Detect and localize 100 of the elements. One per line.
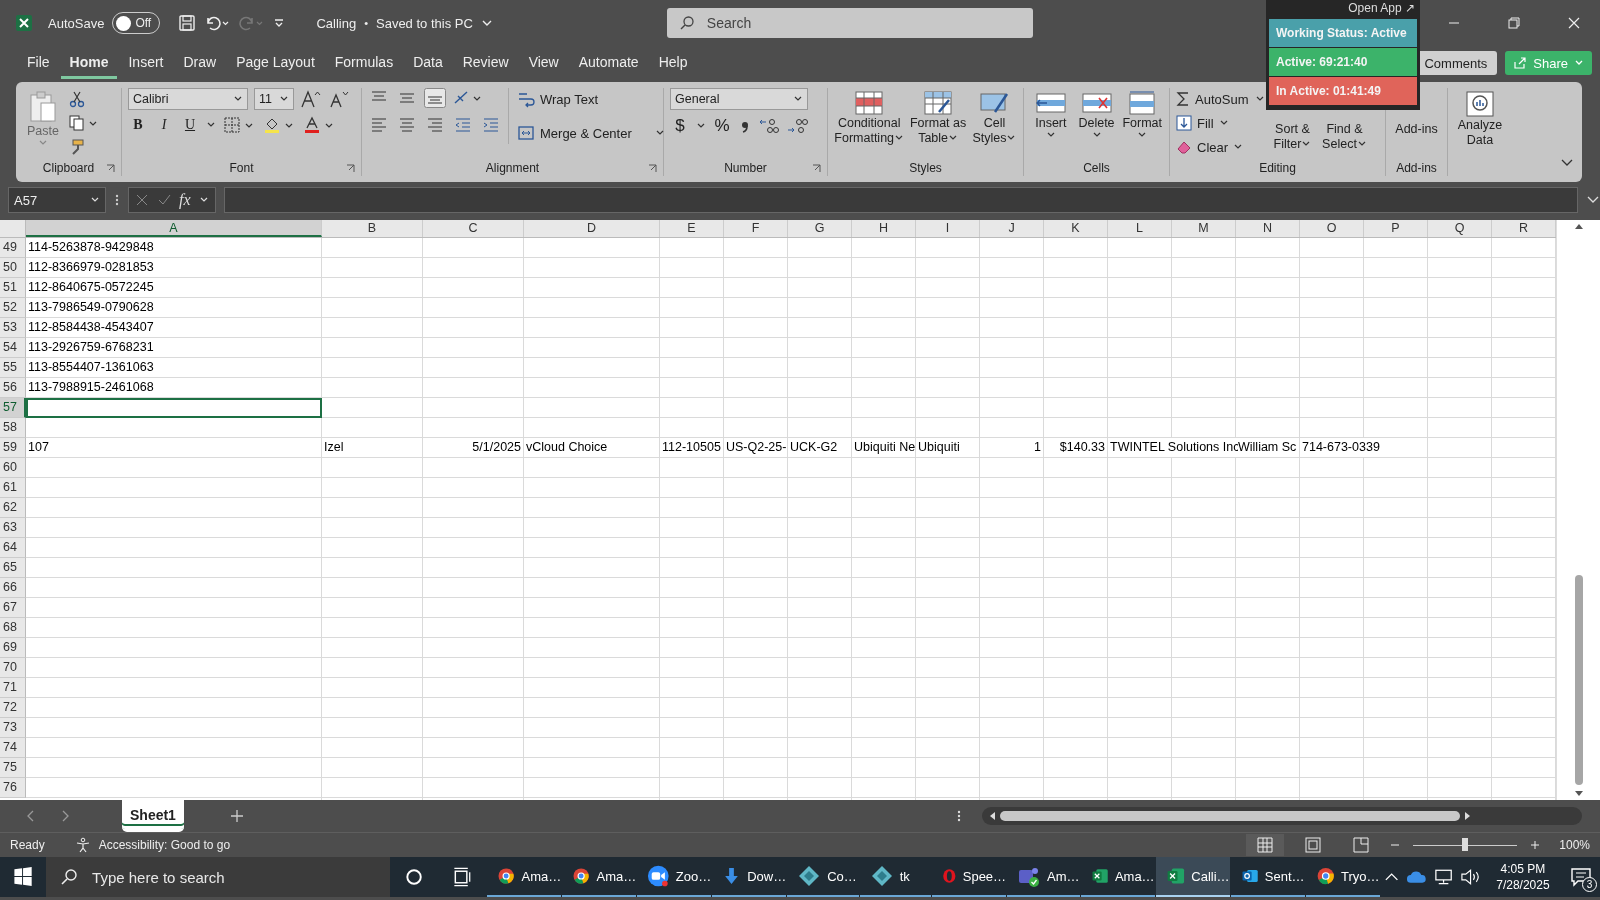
column-header[interactable]: E xyxy=(660,220,724,237)
column-header[interactable]: F xyxy=(724,220,788,237)
ribbon-tab[interactable]: File xyxy=(18,47,59,79)
insert-function-button[interactable]: fx xyxy=(179,191,191,209)
decrease-font-icon[interactable] xyxy=(328,89,350,109)
row-header[interactable]: 57 xyxy=(0,398,26,418)
taskbar-app-button[interactable]: Sent… xyxy=(1230,857,1305,897)
font-family-dropdown[interactable]: Calibri xyxy=(128,88,248,110)
scroll-up-icon[interactable] xyxy=(1573,222,1584,230)
formula-input[interactable] xyxy=(223,187,1578,213)
restore-icon[interactable] xyxy=(1507,16,1521,30)
taskbar-app-button[interactable]: Tryo… xyxy=(1305,857,1380,897)
ribbon-tab[interactable]: Review xyxy=(453,47,518,79)
row-header[interactable]: 54 xyxy=(0,338,26,358)
row-header[interactable]: 51 xyxy=(0,278,26,298)
copy-icon[interactable] xyxy=(68,114,98,132)
styles-button[interactable]: Conditional Formatting xyxy=(834,88,905,146)
add-sheet-icon[interactable] xyxy=(229,809,244,823)
taskbar-app-button[interactable]: Calli… xyxy=(1155,857,1230,897)
zoom-in-icon[interactable] xyxy=(1529,839,1542,851)
row-header[interactable]: 71 xyxy=(0,678,26,698)
taskbar-app-button[interactable]: Dow… xyxy=(712,857,787,897)
column-header[interactable]: G xyxy=(788,220,852,237)
merge-center-button[interactable]: Merge & Center xyxy=(517,122,665,144)
increase-decimal-icon[interactable] xyxy=(758,116,780,136)
underline-button[interactable]: U xyxy=(180,117,200,133)
notification-icon[interactable] xyxy=(1569,866,1592,888)
autosum-button[interactable]: AutoSum xyxy=(1176,88,1266,110)
clear-button[interactable]: Clear xyxy=(1176,136,1266,158)
taskbar-app-button[interactable]: Ama… xyxy=(1080,857,1155,897)
scroll-right-icon[interactable] xyxy=(1464,811,1472,821)
column-header[interactable]: L xyxy=(1108,220,1172,237)
decrease-decimal-icon[interactable] xyxy=(786,116,808,136)
row-header[interactable]: 58 xyxy=(0,418,26,438)
add-ins-button[interactable]: Add-ins xyxy=(1392,120,1441,137)
row-header[interactable]: 66 xyxy=(0,578,26,598)
currency-button[interactable]: $ xyxy=(670,116,690,136)
scroll-left-icon[interactable] xyxy=(988,811,996,821)
save-icon[interactable] xyxy=(178,14,197,32)
row-header[interactable]: 76 xyxy=(0,778,26,798)
zoom-level[interactable]: 100% xyxy=(1559,838,1590,852)
undo-icon[interactable] xyxy=(204,14,231,32)
row-header[interactable]: 49 xyxy=(0,238,26,258)
sheet-tab[interactable]: Sheet1 xyxy=(122,800,184,832)
clock-time[interactable]: 4:05 PM xyxy=(1500,861,1546,877)
ribbon-tab[interactable]: Insert xyxy=(119,47,173,79)
taskbar-search-field[interactable]: Type here to search xyxy=(46,857,391,897)
number-format-dropdown[interactable]: General xyxy=(670,88,808,110)
cells-button[interactable]: Delete xyxy=(1075,88,1118,139)
enter-icon[interactable] xyxy=(157,193,171,207)
active-cell[interactable] xyxy=(26,398,322,418)
row-header[interactable]: 73 xyxy=(0,718,26,738)
bold-button[interactable]: B xyxy=(128,117,148,133)
row-header[interactable]: 61 xyxy=(0,478,26,498)
percent-button[interactable]: % xyxy=(712,116,732,136)
taskbar-app-button[interactable]: Co… xyxy=(787,857,859,897)
taskbar-app-button[interactable]: Am… xyxy=(1007,857,1080,897)
clock-date[interactable]: 7/28/2025 xyxy=(1496,877,1550,893)
column-header[interactable]: B xyxy=(322,220,423,237)
column-header[interactable]: C xyxy=(423,220,524,237)
row-header[interactable]: 70 xyxy=(0,658,26,678)
cancel-icon[interactable] xyxy=(135,193,149,207)
open-app-link[interactable]: Open App ↗ xyxy=(1348,0,1415,18)
more-icon[interactable] xyxy=(956,809,962,823)
cells-button[interactable]: Insert xyxy=(1030,88,1072,139)
italic-button[interactable]: I xyxy=(154,117,174,133)
column-header[interactable]: I xyxy=(916,220,980,237)
row-header[interactable]: 72 xyxy=(0,698,26,718)
dialog-launcher-icon[interactable] xyxy=(346,164,355,173)
ribbon-tab[interactable]: View xyxy=(519,47,568,79)
ribbon-tab[interactable]: Data xyxy=(404,47,452,79)
row-header[interactable]: 69 xyxy=(0,638,26,658)
normal-view-icon[interactable] xyxy=(1246,834,1285,856)
horizontal-scrollbar[interactable] xyxy=(982,807,1582,825)
row-header[interactable]: 60 xyxy=(0,458,26,478)
styles-button[interactable]: Cell Styles xyxy=(971,88,1017,146)
row-header[interactable]: 53 xyxy=(0,318,26,338)
close-icon[interactable] xyxy=(1567,16,1581,30)
row-header[interactable]: 52 xyxy=(0,298,26,318)
column-header[interactable]: J xyxy=(980,220,1044,237)
row-header[interactable]: 50 xyxy=(0,258,26,278)
row-header[interactable]: 67 xyxy=(0,598,26,618)
column-header[interactable]: P xyxy=(1364,220,1428,237)
analyze-data-button[interactable]: Analyze Data xyxy=(1454,88,1506,148)
scroll-thumb[interactable] xyxy=(1000,811,1460,821)
dialog-launcher-icon[interactable] xyxy=(812,164,821,173)
ribbon-tab[interactable]: Automate xyxy=(569,47,648,79)
ribbon-tab[interactable]: Help xyxy=(649,47,697,79)
column-header[interactable]: A xyxy=(26,220,322,237)
font-size-dropdown[interactable]: 11 xyxy=(254,88,294,110)
row-header[interactable]: 74 xyxy=(0,738,26,758)
column-header[interactable]: M xyxy=(1172,220,1236,237)
align-bottom-icon[interactable] xyxy=(424,88,446,108)
dialog-launcher-icon[interactable] xyxy=(106,164,115,173)
scroll-thumb[interactable] xyxy=(1574,575,1583,785)
name-box[interactable]: A57 xyxy=(8,187,106,213)
wrap-text-button[interactable]: Wrap Text xyxy=(517,88,665,110)
caret-icon[interactable] xyxy=(696,122,706,130)
styles-button[interactable]: Format as Table xyxy=(908,88,968,146)
cut-icon[interactable] xyxy=(68,90,86,108)
